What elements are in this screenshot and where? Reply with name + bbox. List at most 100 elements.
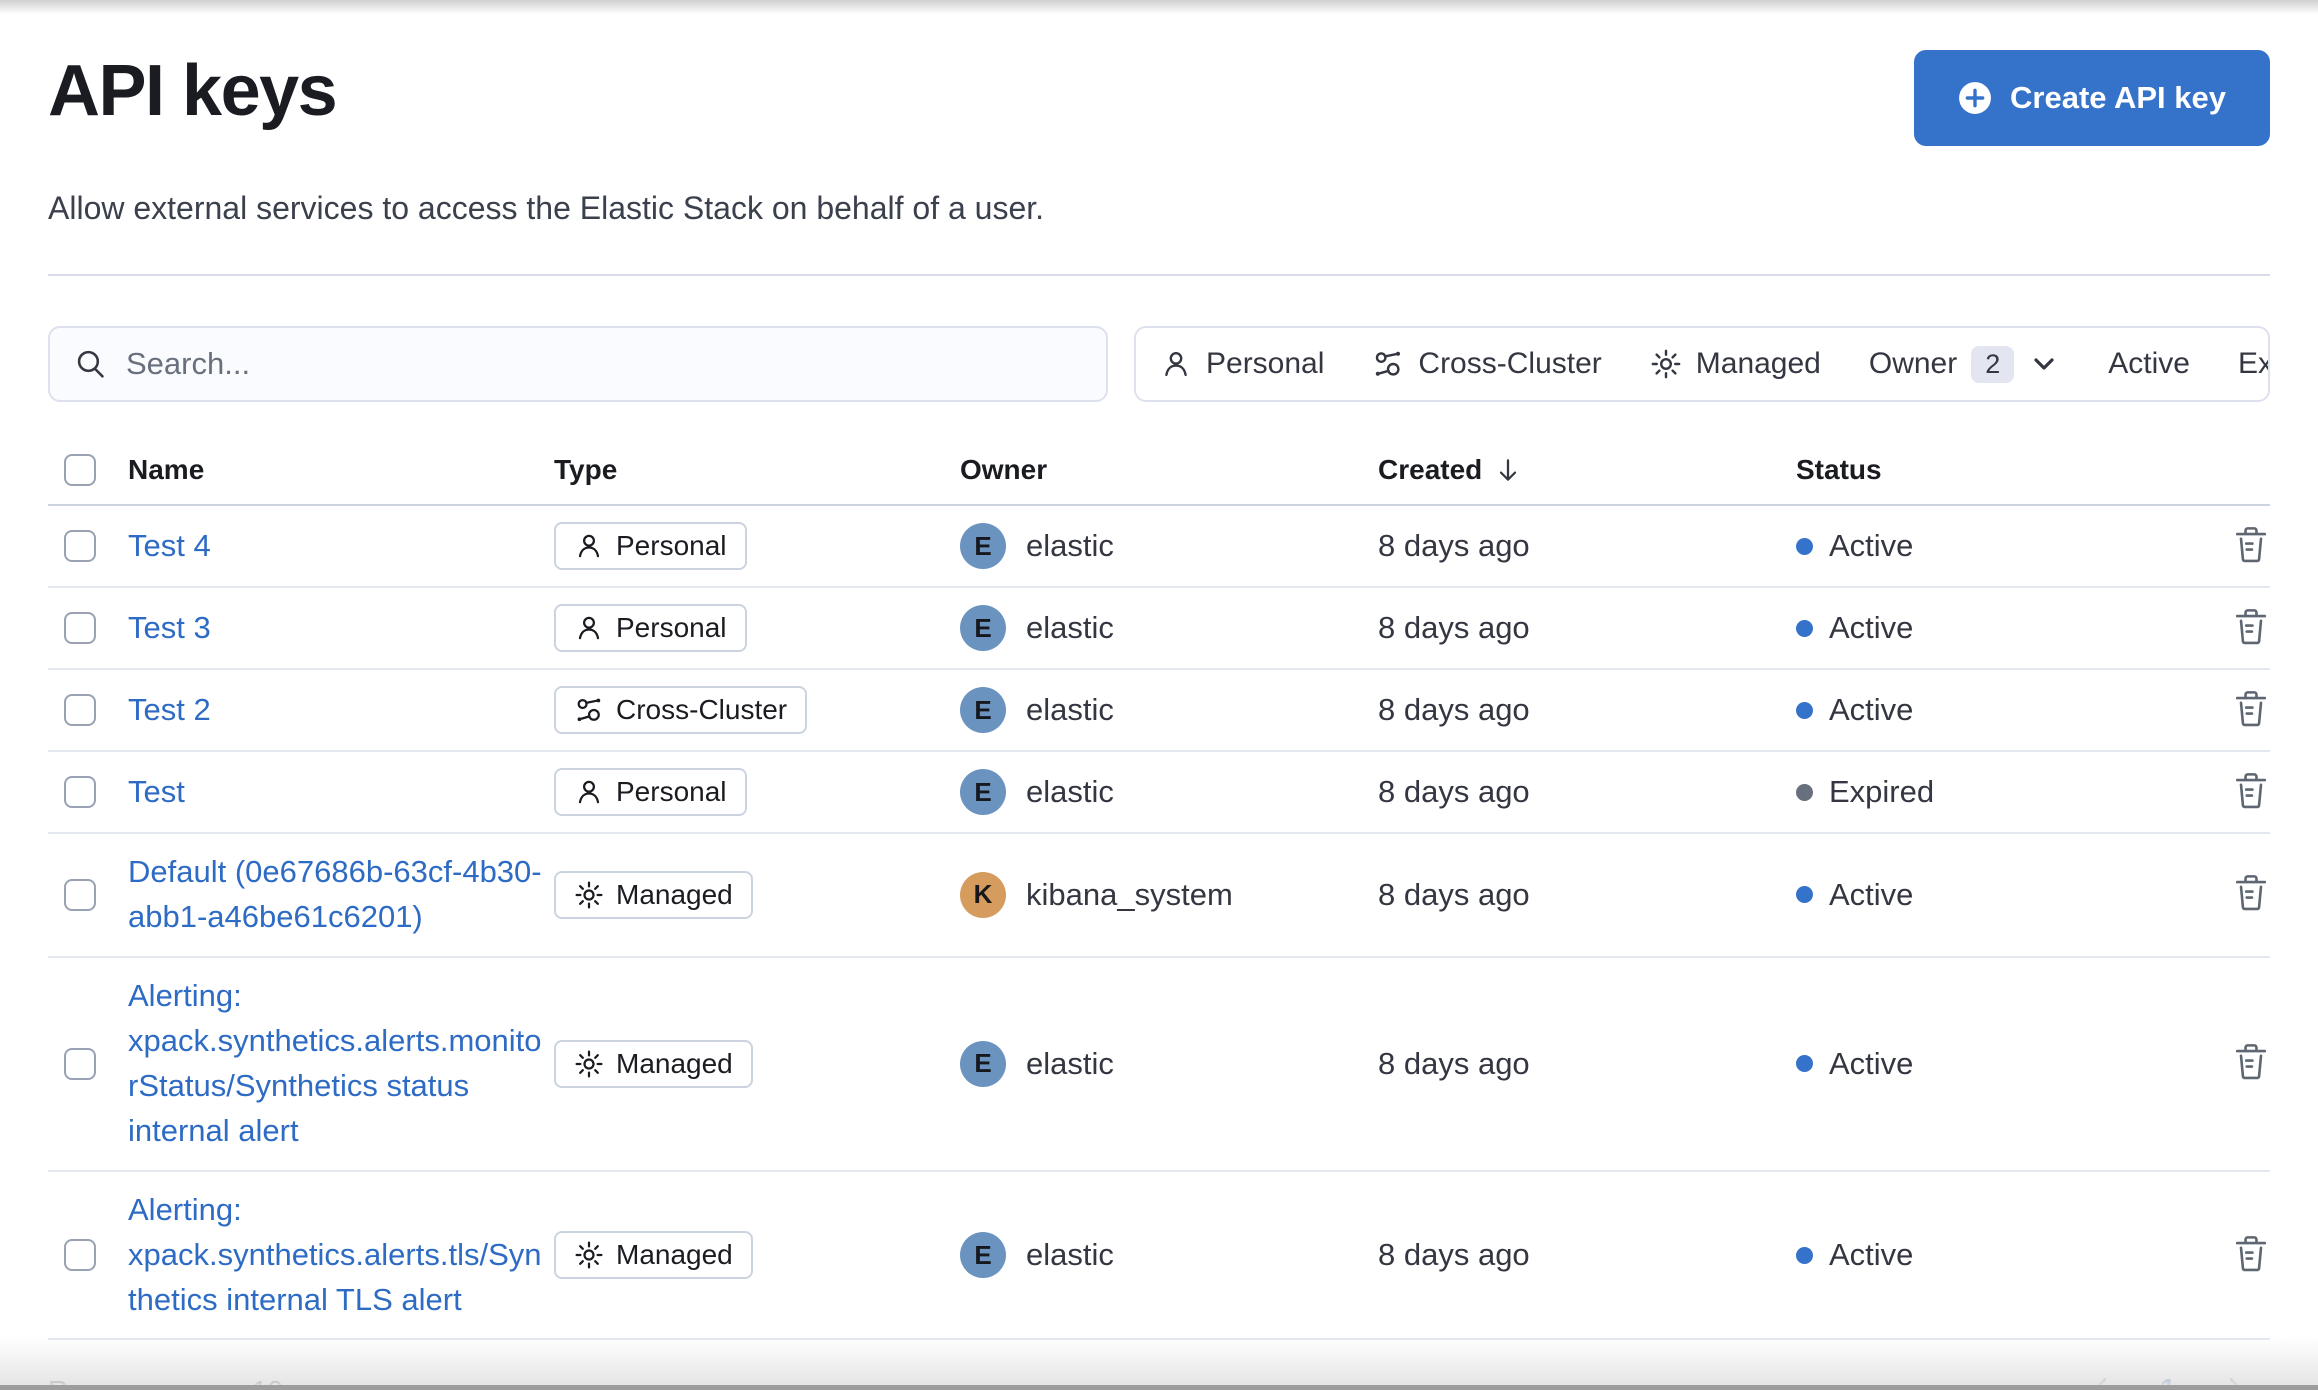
created-cell: 8 days ago	[1378, 528, 1530, 563]
trash-icon	[2235, 875, 2267, 911]
type-badge: Managed	[554, 1231, 753, 1280]
search-box	[48, 326, 1108, 402]
owner-avatar: E	[960, 1232, 1006, 1279]
header-divider	[48, 274, 2270, 276]
created-cell: 8 days ago	[1378, 692, 1530, 727]
type-badge: Personal	[554, 768, 747, 816]
column-header-type: Type	[554, 454, 618, 485]
gear-icon	[1651, 349, 1681, 379]
row-checkbox[interactable]	[64, 878, 96, 911]
status-cell: Active	[1796, 610, 2196, 646]
api-keys-page: API keys Create API key Allow external s…	[0, 0, 2318, 1390]
owner-name: elastic	[1026, 1045, 1114, 1081]
owner-name: elastic	[1026, 692, 1114, 727]
filter-cross-cluster-label: Cross-Cluster	[1418, 347, 1602, 380]
row-checkbox[interactable]	[64, 1239, 96, 1272]
api-key-name-link[interactable]: Test 3	[128, 606, 217, 651]
delete-api-key-button[interactable]	[2232, 608, 2270, 649]
created-cell: 8 days ago	[1378, 1237, 1530, 1273]
filter-personal-label: Personal	[1206, 347, 1325, 380]
filter-managed-label: Managed	[1695, 347, 1821, 380]
status-label: Active	[1829, 692, 1914, 727]
type-badge: Personal	[554, 604, 747, 652]
api-key-name-link[interactable]: Default (0e67686b-63cf-4b30-abb1-a46be61…	[128, 850, 554, 940]
delete-api-key-button[interactable]	[2232, 772, 2270, 813]
created-cell: 8 days ago	[1378, 774, 1530, 809]
filter-active-button[interactable]: Active	[2084, 328, 2214, 400]
owner-avatar: E	[960, 687, 1006, 733]
status-dot	[1796, 619, 1813, 637]
status-label: Active	[1829, 610, 1914, 645]
trash-icon	[2235, 1235, 2267, 1271]
status-cell: Active	[1796, 1237, 2196, 1273]
status-cell: Active	[1796, 877, 2196, 913]
search-input[interactable]	[126, 346, 1082, 382]
delete-api-key-button[interactable]	[2232, 1043, 2270, 1084]
owner-name: kibana_system	[1026, 876, 1233, 912]
trash-icon	[2235, 526, 2267, 562]
created-cell: 8 days ago	[1378, 876, 1530, 912]
sort-desc-icon	[1500, 459, 1517, 481]
status-dot	[1796, 537, 1813, 555]
column-header-owner: Owner	[960, 454, 1048, 485]
owner-name: elastic	[1026, 1237, 1114, 1273]
trash-icon	[2235, 772, 2267, 808]
created-cell: 8 days ago	[1378, 1045, 1530, 1081]
window-bottom-edge	[0, 1385, 2318, 1390]
table-row: Test 4 Personal E elastic 8 days ago Act…	[48, 506, 2270, 588]
filter-expired-label: Expired	[2237, 347, 2268, 380]
delete-api-key-button[interactable]	[2232, 690, 2270, 731]
status-cell: Expired	[1796, 774, 2196, 810]
status-cell: Active	[1796, 1046, 2196, 1082]
page-subtitle: Allow external services to access the El…	[48, 190, 1045, 226]
status-label: Active	[1829, 1237, 1914, 1273]
create-api-key-button[interactable]: Create API key	[1914, 50, 2270, 146]
user-icon	[578, 616, 600, 640]
gear-icon	[575, 881, 603, 909]
table-row: Alerting: xpack.synthetics.alerts.monito…	[48, 958, 2270, 1172]
select-all-checkbox[interactable]	[64, 454, 96, 486]
delete-api-key-button[interactable]	[2232, 526, 2270, 567]
page-title: API keys	[48, 51, 338, 131]
owner-avatar: E	[960, 523, 1006, 569]
type-badge: Managed	[554, 870, 753, 919]
owner-count-badge: 2	[1971, 345, 2015, 383]
gear-icon	[575, 1050, 603, 1078]
table-row: Default (0e67686b-63cf-4b30-abb1-a46be61…	[48, 834, 2270, 958]
api-key-name-link[interactable]: Alerting: xpack.synthetics.alerts.monito…	[128, 974, 554, 1154]
status-dot	[1796, 886, 1813, 904]
filter-cross-cluster-button[interactable]: Cross-Cluster	[1348, 328, 1625, 400]
window-bottom-shadow	[0, 1336, 2318, 1390]
user-icon	[578, 780, 600, 804]
api-key-name-link[interactable]: Test 2	[128, 688, 217, 733]
status-dot	[1796, 1055, 1813, 1073]
type-badge: Managed	[554, 1039, 753, 1088]
table-row: Alerting: xpack.synthetics.alerts.tls/Sy…	[48, 1172, 2270, 1341]
filter-owner-dropdown[interactable]: Owner 2	[1845, 328, 2084, 400]
filter-expired-button[interactable]: Expired	[2214, 328, 2268, 400]
column-header-created-sort[interactable]: Created	[1378, 454, 1796, 486]
column-header-status: Status	[1796, 454, 1882, 485]
delete-api-key-button[interactable]	[2232, 1235, 2270, 1276]
row-checkbox[interactable]	[64, 1047, 96, 1080]
gear-icon	[575, 1241, 603, 1269]
status-cell: Active	[1796, 528, 2196, 564]
api-keys-table: Name Type Owner Created Status Test 4 Pe…	[48, 454, 2270, 1341]
row-checkbox[interactable]	[64, 530, 96, 562]
type-badge: Cross-Cluster	[554, 686, 808, 734]
row-checkbox[interactable]	[64, 776, 96, 808]
api-key-name-link[interactable]: Alerting: xpack.synthetics.alerts.tls/Sy…	[128, 1188, 554, 1323]
page-header: API keys Create API key	[48, 48, 2270, 146]
api-key-name-link[interactable]: Test 4	[128, 524, 217, 569]
status-label: Active	[1829, 876, 1914, 912]
table-row: Test Personal E elastic 8 days ago Expir…	[48, 752, 2270, 834]
filter-personal-button[interactable]: Personal	[1136, 328, 1348, 400]
row-checkbox[interactable]	[64, 612, 96, 644]
filter-owner-label: Owner	[1868, 347, 1958, 380]
created-cell: 8 days ago	[1378, 610, 1530, 645]
row-checkbox[interactable]	[64, 694, 96, 726]
filter-managed-button[interactable]: Managed	[1626, 328, 1845, 400]
api-key-name-link[interactable]: Test	[128, 770, 191, 815]
delete-api-key-button[interactable]	[2232, 874, 2270, 915]
owner-name: elastic	[1026, 610, 1114, 645]
